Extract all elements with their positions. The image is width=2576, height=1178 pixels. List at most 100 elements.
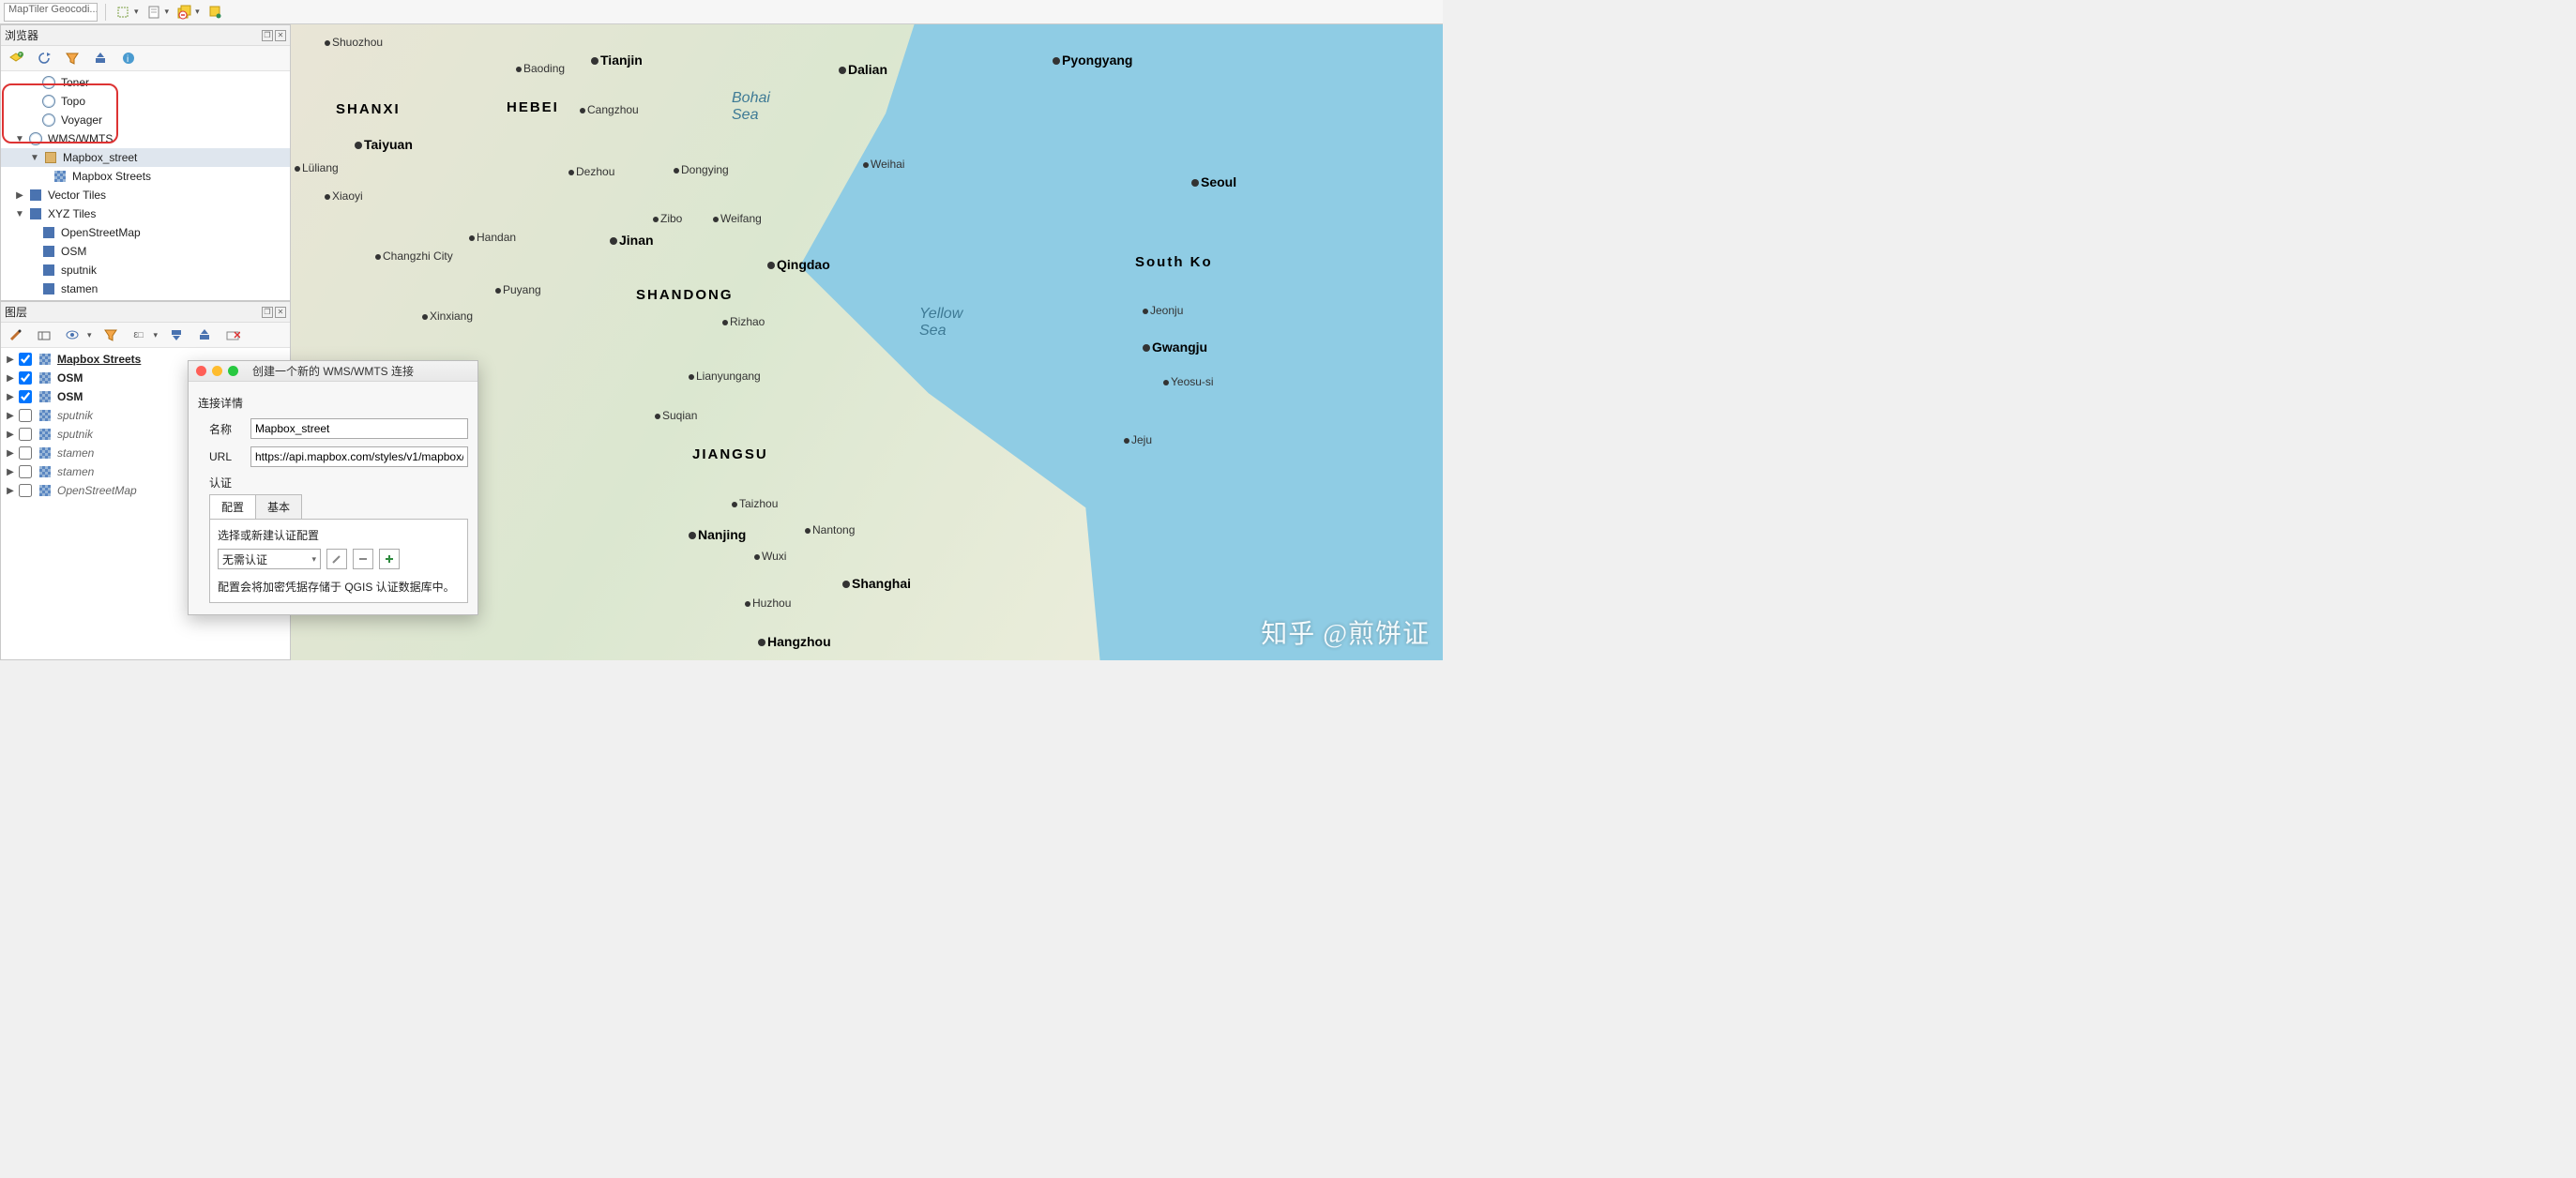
tree-twisty[interactable]: ▶ xyxy=(5,355,16,365)
tree-twisty[interactable]: ▶ xyxy=(5,467,16,477)
layer-label: stamen xyxy=(55,465,94,478)
add-layer-icon[interactable]: + xyxy=(7,49,25,68)
layers-panel-title: 图层 xyxy=(5,304,27,320)
auth-config-select[interactable]: 无需认证▾ xyxy=(218,549,321,569)
tree-label: Voyager xyxy=(59,113,102,127)
connection-details-header: 连接详情 xyxy=(198,395,468,411)
city-label: Handan xyxy=(469,231,516,244)
browser-item[interactable]: OpenStreetMap xyxy=(1,223,290,242)
tree-twisty[interactable]: ▶ xyxy=(14,190,25,201)
browser-close-button[interactable]: ✕ xyxy=(275,30,286,41)
browser-item[interactable]: Voyager xyxy=(1,111,290,129)
city-label: Jeonju xyxy=(1143,304,1183,317)
add-group-icon[interactable] xyxy=(35,325,53,344)
auth-add-button[interactable] xyxy=(379,549,400,569)
collapse-icon[interactable] xyxy=(91,49,110,68)
style-icon[interactable] xyxy=(7,325,25,344)
filter-icon[interactable] xyxy=(63,49,82,68)
city-label: Yeosu-si xyxy=(1163,375,1214,388)
browser-toolbar: + i xyxy=(1,46,290,71)
name-label: 名称 xyxy=(209,421,250,437)
layer-visibility-checkbox[interactable] xyxy=(19,428,32,441)
bookmark-icon[interactable] xyxy=(205,3,224,22)
city-label: Huzhou xyxy=(745,597,791,610)
info-icon[interactable]: i xyxy=(119,49,138,68)
tree-twisty[interactable]: ▶ xyxy=(5,448,16,459)
raster-icon xyxy=(38,370,53,385)
tree-label: XYZ Tiles xyxy=(46,207,96,220)
wms-connection-dialog: 创建一个新的 WMS/WMTS 连接 连接详情 名称 URL 认证 配置 基本 … xyxy=(188,360,478,615)
browser-item[interactable]: Topo xyxy=(1,92,290,111)
tree-twisty[interactable]: ▼ xyxy=(14,134,25,144)
tree-twisty[interactable]: ▶ xyxy=(5,411,16,421)
tree-twisty[interactable]: ▶ xyxy=(5,430,16,440)
auth-edit-button[interactable] xyxy=(326,549,347,569)
tree-label: Mapbox_street xyxy=(61,151,137,164)
auth-remove-button[interactable] xyxy=(353,549,373,569)
city-label: Seoul xyxy=(1191,174,1236,189)
tree-label: Topo xyxy=(59,95,85,108)
province-label: HEBEI xyxy=(507,99,559,115)
city-label: Tianjin xyxy=(591,53,643,68)
refresh-icon[interactable] xyxy=(35,49,53,68)
grid-icon xyxy=(28,188,43,203)
browser-panel-title: 浏览器 xyxy=(5,27,38,43)
layer-visibility-checkbox[interactable] xyxy=(19,446,32,460)
layer-visibility-checkbox[interactable] xyxy=(19,465,32,478)
city-label: Dongying xyxy=(674,163,729,176)
layers-close-button[interactable]: ✕ xyxy=(275,307,286,318)
province-label: SHANDONG xyxy=(636,287,734,303)
browser-item[interactable]: ▶Vector Tiles xyxy=(1,186,290,204)
browser-item[interactable]: OSM xyxy=(1,242,290,261)
grid-icon xyxy=(41,244,56,259)
city-label: Suqian xyxy=(655,409,697,422)
city-label: Dalian xyxy=(839,62,887,77)
tab-config[interactable]: 配置 xyxy=(209,494,256,519)
collapse-all-icon[interactable] xyxy=(195,325,214,344)
city-label: Taiyuan xyxy=(355,137,413,152)
geocoder-input[interactable]: MapTiler Geocodi... xyxy=(4,3,98,22)
layer-visibility-checkbox[interactable] xyxy=(19,409,32,422)
layer-visibility-checkbox[interactable] xyxy=(19,390,32,403)
expression-icon[interactable]: ε□ xyxy=(129,325,148,344)
browser-item[interactable]: ▼WMS/WMTS xyxy=(1,129,290,148)
layer-visibility-checkbox[interactable] xyxy=(19,484,32,497)
browser-item[interactable]: stamen xyxy=(1,279,290,298)
tree-twisty[interactable]: ▼ xyxy=(14,209,25,219)
tree-label: OpenStreetMap xyxy=(59,226,141,239)
tree-twisty[interactable]: ▶ xyxy=(5,486,16,496)
browser-item[interactable]: Toner xyxy=(1,73,290,92)
svg-text:+: + xyxy=(19,53,23,58)
browser-undock-button[interactable]: ❐ xyxy=(262,30,273,41)
raster-icon xyxy=(38,446,53,461)
layer-visibility-checkbox[interactable] xyxy=(19,371,32,385)
grid-icon xyxy=(41,263,56,278)
filter-layers-icon[interactable] xyxy=(101,325,120,344)
dialog-titlebar[interactable]: 创建一个新的 WMS/WMTS 连接 xyxy=(189,361,477,382)
browser-item[interactable]: ▼ Mapbox_street xyxy=(1,148,290,167)
remove-layer-icon[interactable] xyxy=(223,325,242,344)
layer-visibility-checkbox[interactable] xyxy=(19,353,32,366)
tree-twisty[interactable]: ▶ xyxy=(5,373,16,384)
layer-label: sputnik xyxy=(55,428,93,441)
tree-twisty[interactable]: ▶ xyxy=(5,392,16,402)
scratch-layer-icon[interactable] xyxy=(114,3,132,22)
browser-item[interactable]: sputnik xyxy=(1,261,290,279)
browser-item[interactable]: ▼ XYZ Tiles xyxy=(1,204,290,223)
tree-twisty[interactable]: ▼ xyxy=(29,153,40,163)
connection-url-input[interactable] xyxy=(250,446,468,467)
expand-all-icon[interactable] xyxy=(167,325,186,344)
layers-undock-button[interactable]: ❐ xyxy=(262,307,273,318)
tile-icon xyxy=(43,150,58,165)
connection-name-input[interactable] xyxy=(250,418,468,439)
tab-basic[interactable]: 基本 xyxy=(255,494,302,519)
grid-icon xyxy=(41,225,56,240)
city-label: Weifang xyxy=(713,212,762,225)
visibility-icon[interactable] xyxy=(63,325,82,344)
browser-tree[interactable]: TonerTopoVoyager▼WMS/WMTS▼Mapbox_streetM… xyxy=(1,71,290,300)
remove-layers-icon[interactable] xyxy=(174,3,193,22)
top-toolbar: MapTiler Geocodi... ▾ ▾ ▾ xyxy=(0,0,1443,24)
dialog-title: 创建一个新的 WMS/WMTS 连接 xyxy=(189,363,477,379)
new-layer-icon[interactable] xyxy=(144,3,163,22)
browser-item[interactable]: Mapbox Streets xyxy=(1,167,290,186)
